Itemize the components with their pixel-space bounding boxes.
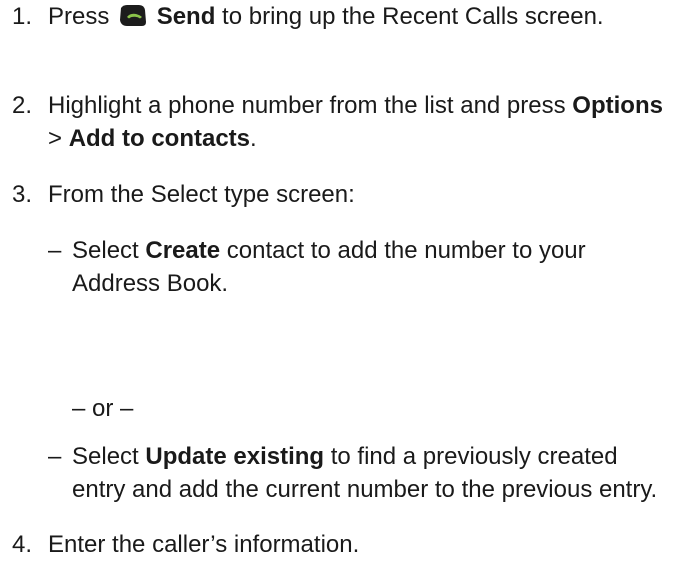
step-3: 3. From the Select type screen: [12,178,672,211]
instruction-page: 1. Press Send to bring up the Recent Cal… [0,0,676,565]
update-existing-label: Update existing [145,443,325,470]
step-2: 2. Highlight a phone number from the lis… [12,89,672,155]
add-to-contacts-label: Add to contacts [68,125,251,152]
bullet-dash: – [48,237,62,264]
step-text: Press Send to bring up the Recent Calls … [48,3,604,30]
step-number: 2. [12,92,33,119]
step-text: Enter the caller’s information. [48,531,360,558]
send-key-label: Send [156,3,216,30]
bullet-dash: – [48,443,62,470]
step-number: 1. [12,3,33,30]
step-1: 1. Press Send to bring up the Recent Cal… [12,0,672,33]
step-number: 3. [12,181,33,208]
option-update-existing: – Select Update existing to find a previ… [48,440,668,506]
option-text: Select Update existing to find a previou… [72,443,658,503]
send-key-icon [120,5,147,26]
step-text: From the Select type screen: [48,181,355,208]
create-label: Create [145,237,221,264]
option-text: Select Create contact to add the number … [72,237,586,297]
or-separator: – or – [72,395,134,422]
option-create: – Select Create contact to add the numbe… [48,234,668,300]
step-text: Highlight a phone number from the list a… [48,92,663,152]
step-4: 4. Enter the caller’s information. [12,528,672,561]
options-label: Options [572,92,663,119]
step-number: 4. [12,531,33,558]
